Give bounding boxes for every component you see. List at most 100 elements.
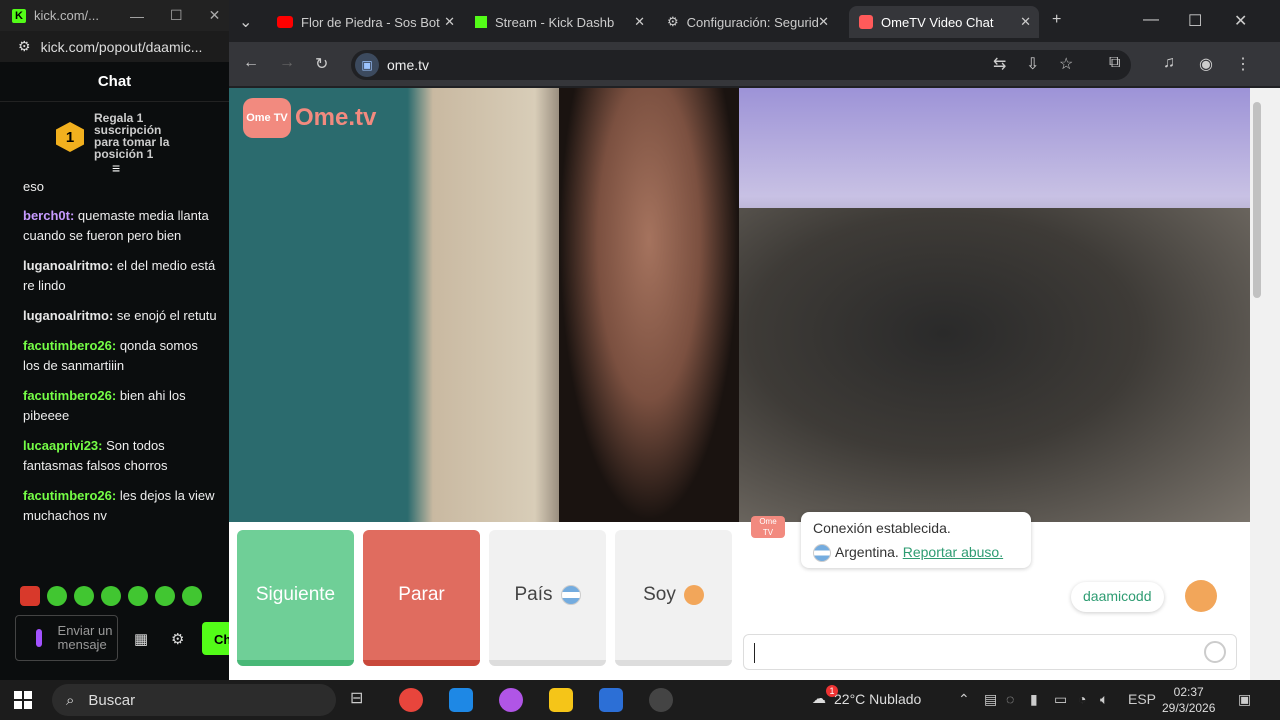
close-tab-icon[interactable]: ✕ — [444, 14, 455, 30]
kick-url: kick.com/popout/daamic... — [40, 38, 203, 55]
message-input[interactable] — [743, 634, 1237, 670]
media-icon[interactable]: ♫ — [1163, 54, 1175, 72]
gender-label: Soy — [643, 584, 676, 605]
emote-icon[interactable] — [128, 586, 148, 606]
emoji-icon[interactable] — [1204, 641, 1226, 663]
page-scrollbar[interactable] — [1250, 88, 1280, 680]
tab-settings[interactable]: ⚙ Configuración: Segurid ✕ — [657, 6, 837, 38]
tab-kick-dashboard[interactable]: Stream - Kick Dashb ✕ — [465, 6, 653, 38]
task-view-icon[interactable]: ⊟ — [350, 688, 374, 712]
taskbar-search[interactable]: ⌕ Buscar — [52, 684, 336, 716]
profile-icon[interactable]: ◉ — [1199, 54, 1213, 74]
pinned-gift-banner[interactable]: 1 Regala 1 suscripción para tomar la pos… — [0, 102, 229, 176]
country-label: País — [514, 584, 553, 605]
back-icon[interactable]: ← — [243, 54, 259, 72]
site-settings-icon[interactable]: ⚙ — [18, 38, 31, 55]
search-label: Buscar — [88, 691, 136, 709]
menu-icon[interactable]: ⋮ — [1235, 54, 1251, 74]
chat-messages: eso berch0t: quemaste media llanta cuand… — [23, 178, 218, 536]
tab-youtube[interactable]: Flor de Piedra - Sos Bot ✕ — [267, 6, 463, 38]
chat-username[interactable]: berch0t: — [23, 208, 74, 223]
ometv-icon — [859, 15, 873, 29]
windows-start-icon[interactable] — [14, 691, 32, 709]
close-icon[interactable]: ✕ — [1234, 11, 1247, 31]
chrome-app-icon[interactable] — [399, 688, 423, 712]
chat-username[interactable]: lucaaprivi23: — [23, 438, 103, 453]
volume-icon[interactable]: 🔈︎ — [1100, 691, 1108, 708]
emote-icon[interactable] — [20, 586, 40, 606]
copilot-app-icon[interactable] — [499, 688, 523, 712]
install-icon[interactable]: ⇩ — [1026, 54, 1039, 74]
emote-icon[interactable] — [182, 586, 202, 606]
notifications-icon[interactable]: ▣ — [1238, 691, 1251, 708]
file-explorer-icon[interactable] — [549, 688, 573, 712]
message-text: eso — [23, 179, 44, 194]
new-tab-icon[interactable]: + — [1052, 11, 1061, 29]
close-tab-icon[interactable]: ✕ — [634, 14, 645, 30]
network-icon[interactable]: ◔ — [1078, 691, 1086, 707]
collapse-icon[interactable]: ≡ — [112, 160, 120, 176]
minimize-icon[interactable]: — — [1143, 11, 1159, 29]
bookmark-star-icon[interactable]: ☆ — [1059, 54, 1073, 74]
emote-icon[interactable] — [47, 586, 67, 606]
battery-icon[interactable]: ▭ — [1054, 691, 1067, 708]
tab-title: Configuración: Segurid — [686, 14, 819, 30]
chat-username[interactable]: facutimbero26: — [23, 488, 116, 503]
stop-label: Parar — [398, 584, 445, 605]
minimize-icon[interactable]: — — [130, 8, 144, 24]
tab-ometv[interactable]: OmeTV Video Chat ✕ — [849, 6, 1039, 38]
tab-search-icon[interactable]: ⌄ — [239, 12, 252, 32]
chat-input[interactable]: Enviar un mensaje — [15, 615, 118, 661]
send-chat-button[interactable]: Ch — [202, 622, 229, 655]
connection-status: Conexión establecida. — [813, 520, 951, 536]
tray-icon[interactable]: ▤ — [984, 691, 997, 708]
settings-icon[interactable]: ⚙ — [171, 630, 184, 648]
chat-username[interactable]: luganoalritmo: — [23, 308, 113, 323]
close-tab-icon[interactable]: ✕ — [1020, 14, 1031, 30]
clock[interactable]: 02:37 29/3/2026 — [1162, 684, 1215, 716]
close-icon[interactable]: ✕ — [209, 7, 221, 24]
self-video — [739, 88, 1250, 522]
forward-icon[interactable]: → — [279, 54, 295, 72]
translate-icon[interactable]: ⇆ — [993, 54, 1006, 74]
emote-icon[interactable] — [155, 586, 175, 606]
cloud-icon: ☁ — [812, 690, 826, 706]
emote-icon[interactable] — [74, 586, 94, 606]
stop-button[interactable]: Parar — [363, 530, 480, 666]
chat-message: facutimbero26: bien ahi los pibeeee — [23, 386, 218, 426]
chat-message: facutimbero26: qonda somos los de sanmar… — [23, 336, 218, 376]
extensions-icon[interactable]: ⧉ — [1109, 54, 1120, 72]
scrollbar-thumb[interactable] — [1253, 102, 1261, 298]
kick-url-bar[interactable]: ⚙ kick.com/popout/daamic... — [0, 31, 229, 62]
chevron-up-icon[interactable]: ⌃ — [958, 691, 970, 708]
windows-taskbar: ⌕ Buscar ⊟ ☁ 22°C Nublado 1 ⌃ ▤ ◌ ▮ ▭ ◔ … — [0, 680, 1280, 720]
chat-message: lucaaprivi23: Son todos fantasmas falsos… — [23, 436, 218, 476]
emote-icon[interactable] — [101, 586, 121, 606]
next-button[interactable]: Siguiente — [237, 530, 354, 666]
microphone-icon[interactable] — [36, 629, 42, 647]
maximize-icon[interactable]: ☐ — [170, 7, 183, 24]
close-tab-icon[interactable]: ✕ — [818, 14, 829, 30]
tray-icon[interactable]: ◌ — [1006, 691, 1014, 707]
logo-tv-icon: Ome TV — [243, 98, 291, 138]
chat-message: luganoalritmo: se enojó el retutu — [23, 306, 218, 326]
maximize-icon[interactable]: ☐ — [1188, 11, 1202, 31]
site-info-icon[interactable]: ▣ — [355, 53, 379, 77]
language-indicator[interactable]: ESP — [1128, 691, 1156, 707]
chat-username[interactable]: facutimbero26: — [23, 338, 116, 353]
store-icon[interactable]: ▦ — [134, 630, 148, 648]
report-abuse-link[interactable]: Reportar abuso. — [903, 544, 1003, 560]
message-list: berch0t: quemaste media llanta cuando se… — [23, 206, 218, 526]
chat-message: eso — [23, 178, 218, 196]
mail-app-icon[interactable] — [449, 688, 473, 712]
address-bar[interactable]: ▣ ome.tv — [351, 50, 1131, 80]
country-button[interactable]: País — [489, 530, 606, 666]
tray-icon[interactable]: ▮ — [1030, 691, 1038, 708]
chat-username[interactable]: luganoalritmo: — [23, 258, 113, 273]
store-app-icon[interactable] — [599, 688, 623, 712]
reload-icon[interactable]: ↻ — [315, 54, 328, 74]
chat-username[interactable]: facutimbero26: — [23, 388, 116, 403]
obs-app-icon[interactable] — [649, 688, 673, 712]
chat-title: Chat — [0, 62, 229, 102]
gender-button[interactable]: Soy — [615, 530, 732, 666]
